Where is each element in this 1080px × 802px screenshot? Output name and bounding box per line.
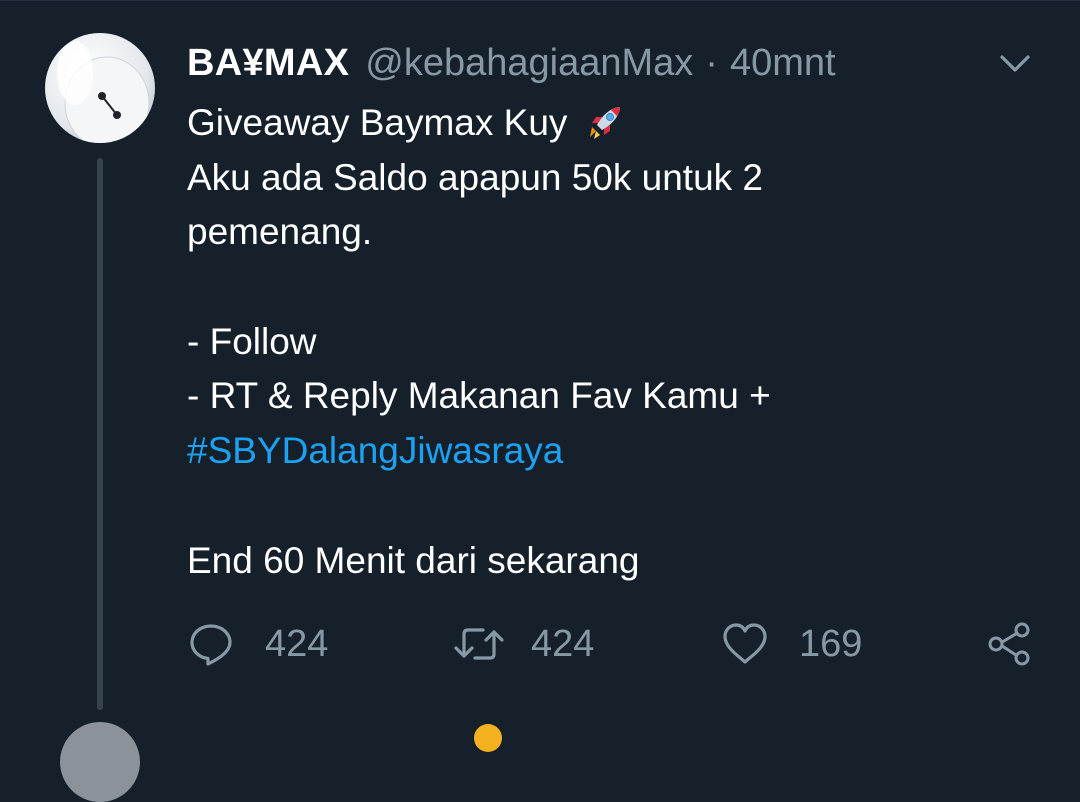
user-handle[interactable]: @kebahagiaanMax: [365, 42, 693, 85]
tweet-line: - Follow: [187, 320, 317, 362]
share-button[interactable]: [985, 616, 1033, 672]
tweet-line: pemenang.: [187, 211, 373, 253]
hashtag-link[interactable]: #SBYDalangJiwasraya: [187, 424, 1007, 479]
tweet-line: - RT & Reply Makanan Fav Kamu +: [187, 375, 771, 417]
tweet-line-text: Giveaway Baymax Kuy: [187, 102, 568, 143]
reply-button[interactable]: 424: [187, 616, 328, 672]
share-icon: [985, 620, 1033, 668]
top-divider: [0, 0, 1080, 1]
reply-count: 424: [265, 622, 329, 665]
tweet-line: Giveaway Baymax Kuy: [187, 96, 1007, 151]
separator-dot: ·: [705, 41, 718, 84]
like-button[interactable]: 169: [721, 616, 862, 672]
reply-icon: [187, 620, 235, 668]
tweet-actions: 424 424 169: [187, 616, 1047, 672]
thread-line: [97, 158, 103, 710]
like-count: 169: [799, 622, 863, 665]
tweet-text: Giveaway Baymax Kuy Aku ada Saldo apapun…: [187, 96, 1007, 588]
tweet-header: BA¥MAX @kebahagiaanMax · 40mnt: [187, 38, 836, 88]
heart-icon: [721, 620, 769, 668]
display-name[interactable]: BA¥MAX: [187, 42, 349, 85]
baymax-avatar-image: [45, 33, 155, 143]
chevron-down-icon[interactable]: [996, 48, 1034, 78]
retweet-count: 424: [531, 622, 595, 665]
retweet-icon: [453, 620, 505, 668]
rocket-emoji-icon: [586, 101, 626, 141]
avatar[interactable]: [45, 33, 155, 143]
tweet-line: Aku ada Saldo apapun 50k untuk 2: [187, 156, 764, 198]
timestamp[interactable]: 40mnt: [730, 42, 836, 85]
next-tweet-emoji-icon: [474, 724, 502, 752]
tweet-line: End 60 Menit dari sekarang: [187, 539, 640, 581]
retweet-button[interactable]: 424: [453, 616, 594, 672]
next-tweet-avatar[interactable]: [60, 722, 140, 802]
